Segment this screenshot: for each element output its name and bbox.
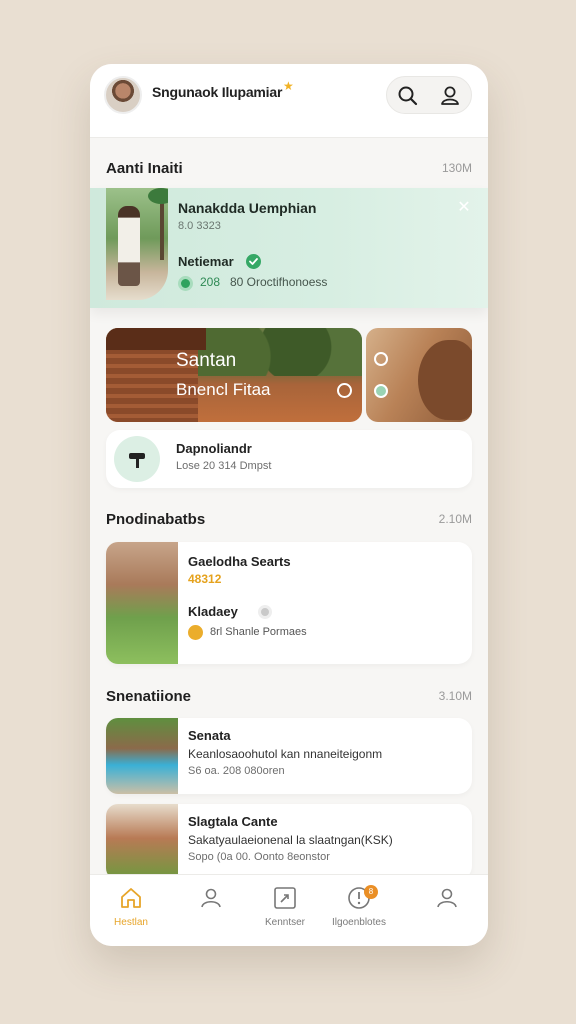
nav-home[interactable]: Hestlan: [92, 885, 170, 941]
search-icon[interactable]: [393, 81, 423, 111]
nav-frame[interactable]: Kenntser: [246, 885, 324, 941]
highlight-sub: 8.0 3323: [178, 220, 221, 232]
highlight-stat-text: 80 Oroctifhonoess: [230, 275, 328, 289]
highlight-card[interactable]: Nanakdda Uemphian 8.0 3323 Netiemar 208 …: [90, 188, 488, 308]
product-price: 48312: [188, 572, 222, 586]
bottom-nav: Hestlan Kenntser 8 Ilgoenblotes: [90, 874, 488, 946]
highlight-name: Nanakdda Uemphian: [178, 200, 317, 216]
nav-label: Hestlan: [114, 917, 148, 928]
radio-icon[interactable]: [337, 383, 352, 398]
highlight-label: Netiemar: [178, 254, 234, 269]
status-dot-icon: [188, 625, 203, 640]
nav-account[interactable]: [408, 885, 486, 941]
product-label: Kladaey: [188, 604, 238, 619]
list-item-meta: Sopo (0a 00. Oonto 8eonstor: [188, 851, 330, 863]
banner-title: Santan: [176, 350, 237, 371]
feature-banner[interactable]: Santan Bnencl Fitaa: [106, 328, 362, 422]
header-actions: [386, 76, 472, 114]
account-icon: [437, 888, 457, 908]
section-meta: 3.10M: [438, 689, 472, 703]
home-icon: [121, 888, 141, 908]
side-photo[interactable]: [366, 328, 472, 422]
profile-icon: [201, 888, 221, 908]
paint-roller-icon: [114, 436, 160, 482]
section-title: Aanti Inaiti: [106, 160, 183, 177]
section-title: Pnodinabatbs: [106, 511, 206, 528]
section-meta: 2.10M: [438, 512, 472, 526]
nav-label: Ilgoenblotes: [332, 917, 386, 928]
frame-icon: [274, 887, 296, 909]
product-title: Gaelodha Searts: [188, 554, 291, 569]
user-icon[interactable]: [435, 81, 465, 111]
close-icon[interactable]: ✕: [454, 198, 474, 218]
list-item-title: Senata: [188, 728, 231, 743]
section-title: Snenatiione: [106, 688, 192, 705]
highlight-photo: [106, 188, 168, 300]
star-icon: ★: [283, 79, 294, 93]
app-screen: Sngunaok Ilupamiar ★ Aanti Inaiti 130M N…: [90, 64, 488, 946]
product-photo: [106, 542, 178, 664]
app-title: Sngunaok Ilupamiar: [152, 84, 283, 100]
list-item-photo: [106, 718, 178, 794]
section-meta: 130M: [441, 161, 472, 175]
avatar[interactable]: [104, 76, 142, 114]
info-card[interactable]: Dapnoliandr Lose 20 314 Dmpst: [106, 430, 472, 488]
verified-icon: [246, 254, 261, 269]
list-item[interactable]: Senata Keanlosaoohutol kan nnaneiteigonm…: [106, 718, 472, 794]
product-stat: 8rl Shanle Pormaes: [210, 626, 307, 638]
list-item-subtitle: Keanlosaoohutol kan nnaneiteigonm: [188, 747, 383, 761]
nav-profile[interactable]: [172, 885, 250, 941]
list-item-photo: [106, 804, 178, 880]
info-subtitle: Lose 20 314 Dmpst: [176, 460, 272, 472]
nav-notifications[interactable]: 8 Ilgoenblotes: [320, 885, 398, 941]
top-header: Sngunaok Ilupamiar ★: [90, 64, 488, 138]
list-item-meta: S6 oa. 208 080oren: [188, 765, 285, 777]
nav-label: Kenntser: [264, 917, 306, 928]
carousel-dot-icon[interactable]: [374, 352, 388, 366]
list-item-subtitle: Sakatyaulaeionenal la slaatngan(KSK): [188, 833, 393, 847]
banner-subtitle: Bnencl Fitaa: [176, 380, 271, 399]
carousel-dot-active-icon[interactable]: [374, 384, 388, 398]
list-item[interactable]: Slagtala Cante Sakatyaulaeionenal la sla…: [106, 804, 472, 880]
info-dot-icon: [258, 605, 272, 619]
info-title: Dapnoliandr: [176, 441, 252, 456]
status-dot-icon: [178, 276, 193, 291]
product-card[interactable]: Gaelodha Searts 48312 Kladaey 8rl Shanle…: [106, 542, 472, 664]
list-item-title: Slagtala Cante: [188, 814, 278, 829]
highlight-stat-value: 208: [200, 275, 221, 289]
notification-badge: 8: [364, 885, 378, 899]
